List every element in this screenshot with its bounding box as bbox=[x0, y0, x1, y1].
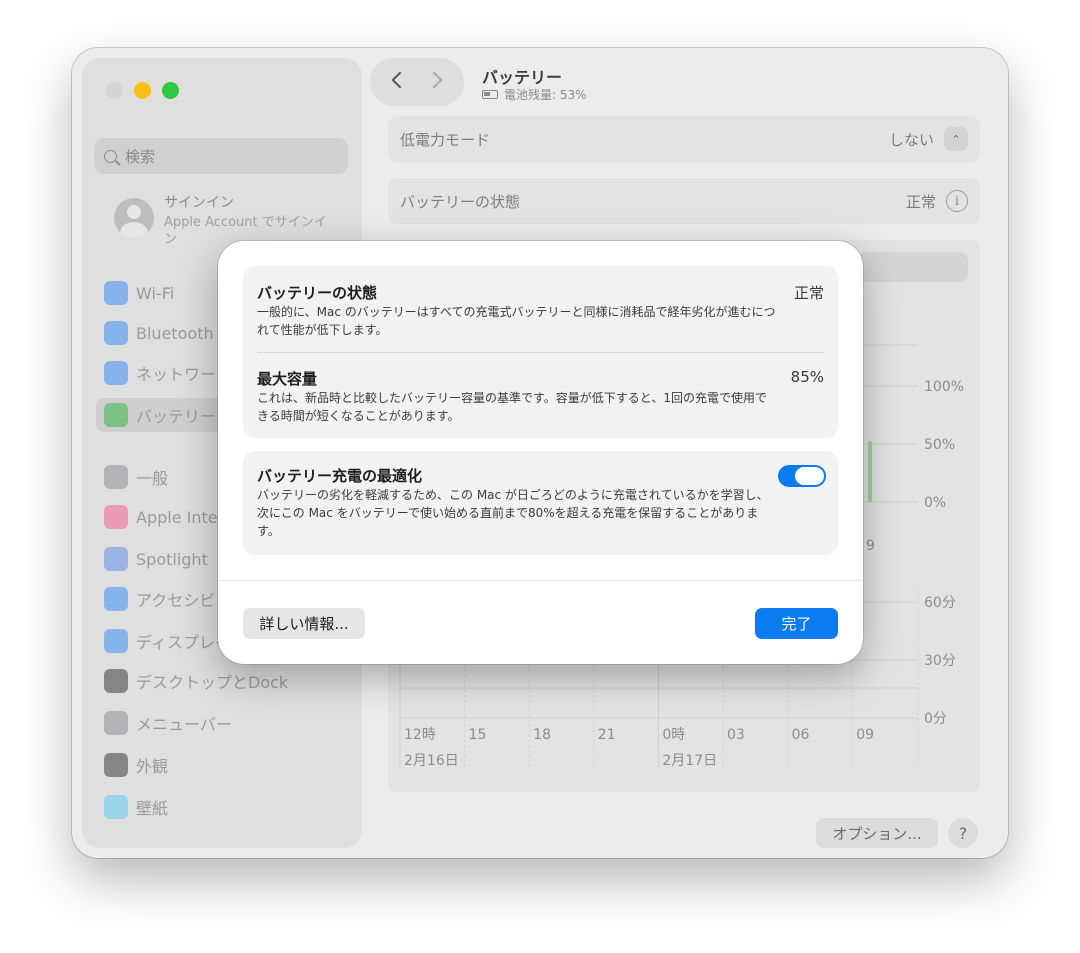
options-button[interactable]: オプション... bbox=[816, 818, 938, 848]
optimize-charging-title: バッテリー充電の最適化 bbox=[257, 467, 423, 485]
battery-level-bar bbox=[868, 441, 872, 502]
hour-tick-label: 09 bbox=[856, 727, 874, 743]
help-button[interactable]: ? bbox=[948, 818, 978, 848]
hour-tick-label: 06 bbox=[792, 727, 810, 743]
hour-tick-label: 0時 bbox=[662, 727, 685, 743]
max-capacity-value: 85% bbox=[790, 368, 824, 386]
health-title: バッテリーの状態 bbox=[257, 284, 378, 302]
level-tick-label: 0% bbox=[924, 495, 946, 511]
hour-tick-label: 18 bbox=[533, 727, 551, 743]
optimize-charging-description: バッテリーの劣化を軽減するため、この Mac が日ごろどのように充電されているか… bbox=[257, 488, 769, 538]
optimize-charging-card: バッテリー充電の最適化 バッテリーの劣化を軽減するため、この Mac が日ごろど… bbox=[243, 451, 838, 555]
max-capacity-description: これは、新品時と比較したバッテリー容量の基準です。容量が低下すると、1回の充電で… bbox=[257, 391, 767, 423]
health-value: 正常 bbox=[793, 284, 824, 302]
usage-tick-label: 60分 bbox=[924, 595, 956, 611]
battery-health-dialog: バッテリーの状態 正常 一般的に、Mac のバッテリーはすべての充電式バッテリー… bbox=[218, 241, 863, 664]
more-info-button[interactable]: 詳しい情報... bbox=[243, 608, 365, 639]
usage-tick-label: 30分 bbox=[924, 653, 956, 669]
hour-tick-label: 03 bbox=[727, 727, 745, 743]
optimize-charging-toggle[interactable] bbox=[778, 465, 826, 487]
level-tick-label: 100% bbox=[924, 379, 964, 395]
date-label: 2月17日 bbox=[662, 753, 717, 769]
divider bbox=[257, 352, 824, 353]
level-tick-label: 50% bbox=[924, 437, 955, 453]
hour-tick-label: 12時 bbox=[404, 727, 436, 743]
dialog-separator bbox=[218, 580, 863, 581]
done-button[interactable]: 完了 bbox=[755, 608, 838, 639]
max-capacity-title: 最大容量 bbox=[257, 370, 318, 388]
hour-tick-label: 9 bbox=[866, 538, 875, 554]
date-label: 2月16日 bbox=[404, 753, 459, 769]
health-description: 一般的に、Mac のバッテリーはすべての充電式バッテリーと同様に消耗品で経年劣化… bbox=[257, 305, 776, 337]
hour-tick-label: 15 bbox=[469, 727, 487, 743]
usage-tick-label: 0分 bbox=[924, 711, 947, 727]
health-card: バッテリーの状態 正常 一般的に、Mac のバッテリーはすべての充電式バッテリー… bbox=[243, 266, 838, 438]
hour-tick-label: 21 bbox=[598, 727, 616, 743]
